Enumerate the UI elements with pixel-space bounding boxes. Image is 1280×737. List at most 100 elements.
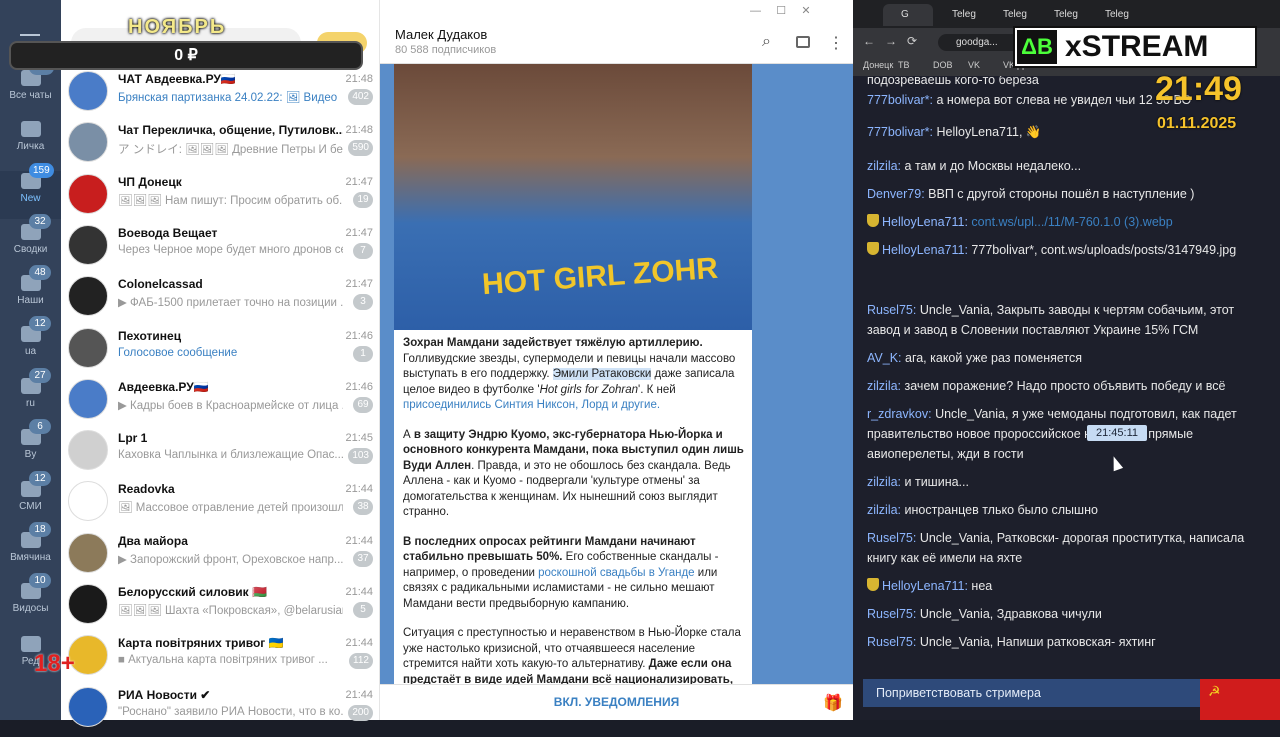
chat-username[interactable]: Rusel75: — [867, 531, 916, 545]
unread-badge: 402 — [348, 89, 373, 105]
browser-tab[interactable]: G — [883, 4, 933, 26]
chat-item[interactable]: РИА Новости ✔ 21:44 "Роснано" заявило РИА … — [61, 686, 380, 737]
gift-icon[interactable]: 🎁 — [823, 693, 843, 713]
chat-name: ЧП Донецк — [118, 174, 182, 189]
folder-label: Видосы — [12, 603, 49, 614]
chat-preview: Голосовое сообщение — [118, 346, 238, 359]
date-overlay: 01.11.2025 — [1157, 115, 1237, 132]
folder-label: Сводки — [13, 244, 48, 255]
chat-item[interactable]: Пехотинец 21:46 Голосовое сообщение 1 — [61, 327, 380, 378]
folder-new[interactable]: New 159 — [0, 163, 61, 219]
folder-badge: 6 — [29, 419, 51, 434]
folder-badge: 12 — [29, 316, 51, 331]
folder-ua[interactable]: ua 12 — [0, 316, 61, 372]
browser-tab[interactable]: Teleg — [934, 4, 984, 26]
chat-username[interactable]: zilzila: — [867, 475, 901, 489]
chat-username[interactable]: Rusel75: — [867, 635, 916, 649]
chat-item[interactable]: Воевода Вещает 21:47 Через Черное море буд… — [61, 224, 380, 275]
browser-tab[interactable]: Teleg — [1036, 4, 1086, 26]
chat-name: Lpr 1 — [118, 431, 148, 446]
chat-item[interactable]: Чат Перекличка, общение, Путиловк... 21:4… — [61, 121, 380, 172]
chat-username[interactable]: 777bolivar*: — [867, 93, 933, 107]
post-link[interactable]: присоединились Синтия Никсон, Лорд и дру… — [403, 399, 660, 411]
chat-time: 21:44 — [345, 534, 373, 547]
chat-message: r_zdravkov: Uncle_Vania, я уже чемоданы … — [867, 404, 1259, 464]
folder-вмячина[interactable]: Вмячина 18 — [0, 522, 61, 578]
shield-badge-icon — [867, 242, 879, 255]
chat-username[interactable]: zilzila: — [867, 379, 901, 393]
chat-item[interactable]: Readovka 21:44 🖼 Массовое отравление детей… — [61, 480, 380, 531]
bookmark-item[interactable]: VK — [968, 60, 980, 70]
chat-message: HelloyLena711: cont.ws/upl.../11/M-760.1… — [867, 212, 1259, 232]
window-controls[interactable]: — ☐ ✕ — [750, 4, 850, 17]
folder-badge: 12 — [29, 471, 51, 486]
chat-message: zilzila: а там и до Москвы недалеко... — [867, 156, 1259, 176]
post-photo[interactable]: HOT GIRL ZOHR — [394, 64, 752, 330]
folder-by[interactable]: By 6 — [0, 419, 61, 475]
chat-item[interactable]: Два майора 21:44 ▶ Запорожский фронт, Орех… — [61, 532, 380, 583]
chat-preview: 🖼🖼🖼 Нам пишут: Просим обратить об... — [118, 194, 343, 207]
chat-time: 21:47 — [345, 226, 373, 239]
chat-item[interactable]: Lpr 1 21:45 Каховка Чаплынка и близлежащие… — [61, 429, 380, 480]
folder-label: ru — [26, 398, 35, 409]
chat-username[interactable]: HelloyLena711: — [882, 579, 968, 593]
chat-preview: Брянская партизанка 24.02.22: 🖼 Видео — [118, 92, 338, 104]
chat-text: ага, какой уже раз поменяется — [901, 351, 1083, 365]
browser-tab[interactable]: Teleg — [1087, 4, 1137, 26]
sidebar-toggle-icon[interactable] — [796, 36, 810, 48]
folder-сми[interactable]: СМИ 12 — [0, 471, 61, 527]
chat-item[interactable]: ЧП Донецк 21:47 🖼🖼🖼 Нам пишут: Просим обра… — [61, 173, 380, 224]
chat-text: Uncle_Vania, Закрыть заводы к чертям соб… — [867, 303, 1235, 337]
chat-username[interactable]: Rusel75: — [867, 303, 916, 317]
post-text: Зохран Мамдани задействует тяжёлую артил… — [403, 337, 744, 684]
chat-username[interactable]: zilzila: — [867, 503, 901, 517]
chat-message: AV_K: ага, какой уже раз поменяется — [867, 348, 1259, 368]
browser-tab[interactable]: Teleg — [985, 4, 1035, 26]
chat-time: 21:47 — [345, 175, 373, 188]
more-icon[interactable]: ⋮ — [828, 33, 844, 53]
folder-ru[interactable]: ru 27 — [0, 368, 61, 424]
enable-notifications-button[interactable]: ВКЛ. УВЕДОМЛЕНИЯ — [380, 695, 853, 709]
chat-item[interactable]: Colonelcassad 21:47 ▶ ФАБ-1500 прилетает т… — [61, 275, 380, 326]
chat-username[interactable]: zilzila: — [867, 159, 901, 173]
chat-preview: Каховка Чаплынка и близлежащие Опас... — [118, 449, 343, 462]
chat-name: Карта повітряних тривог 🇺🇦 — [118, 636, 284, 651]
nav-icons[interactable]: ← → ⟳ — [863, 34, 917, 48]
channel-view: Малек Дудаков 80 588 подписчиков ⌕ ⋮ — ☐… — [380, 0, 853, 720]
search-icon[interactable]: ⌕ — [762, 33, 771, 51]
chat-message: Rusel75: Uncle_Vania, Ратковски- дорогая… — [867, 528, 1259, 568]
folder-label: By — [24, 449, 37, 460]
unread-badge: 5 — [353, 602, 373, 618]
chat-username[interactable]: r_zdravkov: — [867, 407, 932, 421]
chat-username[interactable]: HelloyLena711: — [882, 243, 968, 257]
chat-item[interactable]: ЧАТ Авдеевка.РУ🇷🇺 21:48 Брянская партизанк… — [61, 70, 380, 121]
folder-все чаты[interactable]: Все чаты177 — [0, 60, 61, 116]
chat-text: неа — [967, 579, 993, 593]
chat-text: HelloyLena711, 👋 — [933, 125, 1042, 139]
chat-username[interactable]: HelloyLena711: — [882, 215, 968, 229]
chat-username[interactable]: 777bolivar*: — [867, 125, 933, 139]
folder-label: New — [20, 193, 41, 204]
chat-username[interactable]: Rusel75: — [867, 607, 916, 621]
chat-avatar — [68, 173, 108, 214]
post-link[interactable]: роскошной свадьбы в Уганде — [538, 567, 694, 579]
folder-видосы[interactable]: Видосы 10 — [0, 573, 61, 629]
chat-item[interactable]: Авдеевка.РУ🇷🇺 21:46 ▶ Кадры боев в Красноа… — [61, 378, 380, 429]
bookmark-item[interactable]: ТВ — [898, 60, 910, 70]
chat-name: ЧАТ Авдеевка.РУ🇷🇺 — [118, 72, 236, 86]
bookmark-item[interactable]: DOB — [933, 60, 953, 70]
folder-badge: 10 — [29, 573, 51, 588]
folder-наши[interactable]: Наши 48 — [0, 265, 61, 321]
chat-username[interactable]: Denver79: — [867, 187, 925, 201]
chat-message: Rusel75: Uncle_Vania, Закрыть заводы к ч… — [867, 300, 1259, 340]
chat-item[interactable]: Белорусский силовик 🇧🇾 21:44 🖼🖼🖼 Шахта «По… — [61, 583, 380, 634]
bookmark-item[interactable]: Донецк — [863, 60, 893, 70]
folder-сводки[interactable]: Сводки 32 — [0, 214, 61, 270]
unread-badge: 3 — [353, 294, 373, 311]
chat-username[interactable]: AV_K: — [867, 351, 902, 365]
donation-bar: 0 ₽ — [9, 41, 363, 70]
channel-title[interactable]: Малек Дудаков — [395, 27, 487, 42]
folder-личка[interactable]: Личка — [0, 119, 61, 167]
greet-streamer-button[interactable]: Поприветствовать стримера — [863, 679, 1200, 707]
chat-item[interactable]: Карта повітряних тривог 🇺🇦 21:44 ■ Актуаль… — [61, 634, 380, 685]
